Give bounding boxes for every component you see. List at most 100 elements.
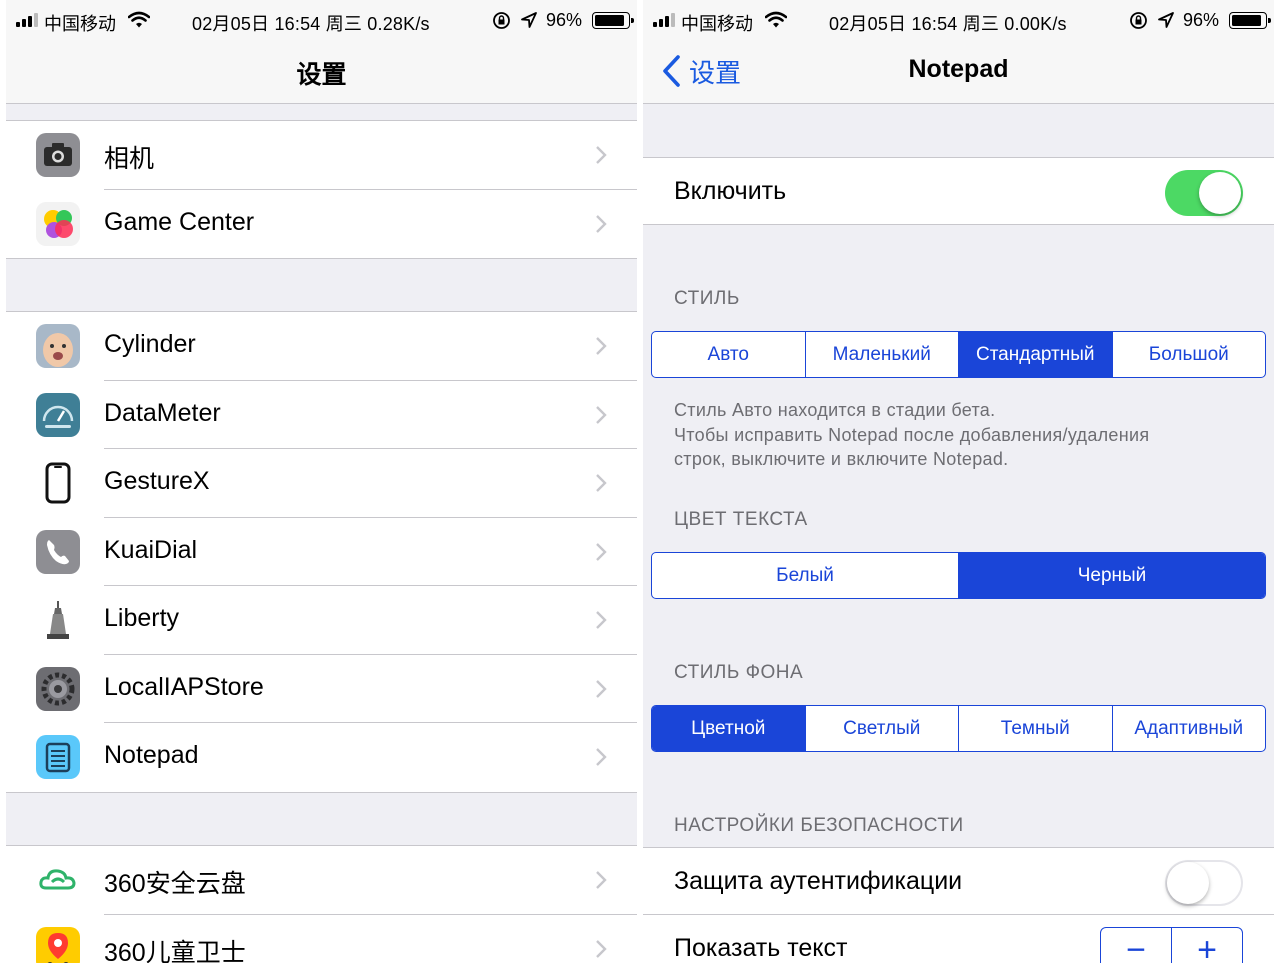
settings-item-label: Game Center bbox=[104, 207, 255, 236]
stepper-minus-button[interactable]: − bbox=[1101, 928, 1171, 963]
datameter-icon bbox=[36, 392, 80, 437]
chevron-right-icon bbox=[596, 542, 607, 561]
auth-protection-label: Защита аутентификации bbox=[674, 867, 963, 895]
settings-item-game-center[interactable]: Game Center bbox=[6, 190, 637, 259]
signal-icon bbox=[653, 13, 675, 27]
background-style-segmented-control: Цветной Светлый Темный Адаптивный bbox=[651, 705, 1266, 752]
notepad-icon bbox=[36, 735, 80, 779]
cylinder-icon bbox=[36, 324, 80, 368]
settings-item-liberty[interactable]: Liberty bbox=[6, 586, 637, 655]
page-title: Notepad bbox=[908, 55, 1009, 83]
section-header-background-style: СТИЛЬ ФОНА bbox=[674, 662, 804, 683]
settings-group-apps: 360安全云盘 360儿童卫士 bbox=[6, 845, 637, 963]
game-center-icon bbox=[36, 201, 80, 246]
settings-item-camera[interactable]: 相机 bbox=[6, 121, 637, 190]
settings-item-label: 相机 bbox=[104, 145, 155, 173]
text-color-option-white[interactable]: Белый bbox=[652, 553, 958, 598]
style-footnote: Стиль Авто находится в стадии бета. Чтоб… bbox=[674, 398, 1149, 472]
rotation-lock-icon bbox=[1130, 12, 1147, 29]
section-header-text-color: ЦВЕТ ТЕКСТА bbox=[674, 509, 808, 530]
status-bar: 中国移动 02月05日 16:54 周三 0.00K/s 96% bbox=[643, 0, 1274, 42]
chevron-right-icon bbox=[596, 474, 607, 492]
settings-item-localiapstore[interactable]: LocalIAPStore bbox=[6, 655, 637, 724]
page-title: 设置 bbox=[296, 61, 347, 89]
rotation-lock-icon bbox=[493, 12, 510, 29]
status-time: 02月05日 16:54 周三 0.28K/s bbox=[192, 14, 430, 34]
settings-item-label: Cylinder bbox=[104, 330, 196, 358]
section-header-security: НАСТРОЙКИ БЕЗОПАСНОСТИ bbox=[674, 815, 964, 836]
footnote-line: Чтобы исправить Notepad после добавления… bbox=[674, 424, 1150, 445]
settings-item-datameter[interactable]: DataMeter bbox=[6, 381, 637, 450]
signal-icon bbox=[16, 13, 38, 27]
show-text-stepper: − + bbox=[1100, 927, 1243, 963]
chevron-right-icon bbox=[596, 337, 607, 355]
settings-item-label: DataMeter bbox=[104, 398, 221, 427]
chevron-right-icon bbox=[596, 748, 607, 766]
settings-item-360-child-guard[interactable]: 360儿童卫士 bbox=[6, 915, 637, 963]
style-option-auto[interactable]: Авто bbox=[652, 332, 805, 377]
chevron-right-icon bbox=[596, 405, 607, 424]
settings-item-label: 360儿童卫士 bbox=[104, 938, 246, 963]
style-option-small[interactable]: Маленький bbox=[804, 332, 959, 377]
settings-item-label: Notepad bbox=[104, 741, 199, 769]
settings-item-360-cloud[interactable]: 360安全云盘 bbox=[6, 846, 637, 915]
settings-item-label: Liberty bbox=[104, 604, 180, 632]
section-header-style: СТИЛЬ bbox=[674, 288, 740, 309]
chevron-right-icon bbox=[596, 611, 607, 629]
bg-option-colored[interactable]: Цветной bbox=[652, 706, 805, 751]
text-color-segmented-control: Белый Черный bbox=[651, 552, 1266, 599]
battery-icon bbox=[592, 12, 634, 29]
settings-item-kuaidial[interactable]: KuaiDial bbox=[6, 518, 637, 587]
chevron-right-icon bbox=[596, 146, 607, 164]
enable-label: Включить bbox=[674, 177, 787, 205]
status-bar: 中国移动 02月05日 16:54 周三 0.28K/s 96% bbox=[6, 0, 637, 42]
navigation-bar: 设置 bbox=[6, 42, 637, 104]
wifi-icon bbox=[128, 11, 150, 28]
location-icon bbox=[521, 12, 537, 28]
chevron-right-icon bbox=[596, 679, 607, 698]
text-color-option-black[interactable]: Черный bbox=[958, 553, 1265, 598]
enable-row: Включить bbox=[643, 157, 1274, 225]
enable-switch[interactable] bbox=[1165, 170, 1243, 216]
footnote-line: Стиль Авто находится в стадии бета. bbox=[674, 400, 996, 420]
battery-percent: 96% bbox=[1183, 10, 1220, 30]
auth-protection-switch[interactable] bbox=[1165, 860, 1243, 906]
stepper-plus-button[interactable]: + bbox=[1171, 928, 1242, 963]
notepad-settings-screen: 中国移动 02月05日 16:54 周三 0.00K/s 96% 设置 Note… bbox=[643, 0, 1274, 963]
bg-option-adaptive[interactable]: Адаптивный bbox=[1111, 706, 1266, 751]
style-option-standard[interactable]: Стандартный bbox=[958, 332, 1112, 377]
show-text-row: Показать текст − + bbox=[643, 915, 1274, 963]
settings-item-cylinder[interactable]: Cylinder bbox=[6, 312, 637, 381]
kuaidial-icon bbox=[36, 529, 80, 574]
auth-protection-row: Защита аутентификации bbox=[643, 847, 1274, 915]
status-time: 02月05日 16:54 周三 0.00K/s bbox=[829, 14, 1067, 34]
bg-option-dark[interactable]: Темный bbox=[958, 706, 1112, 751]
settings-item-label: KuaiDial bbox=[104, 535, 198, 564]
bg-option-light[interactable]: Светлый bbox=[804, 706, 959, 751]
camera-icon bbox=[36, 133, 80, 177]
settings-item-gesturex[interactable]: GestureX bbox=[6, 449, 637, 518]
location-icon bbox=[1158, 12, 1174, 28]
settings-item-label: 360安全云盘 bbox=[104, 870, 246, 898]
wifi-icon bbox=[765, 11, 787, 28]
localiapstore-icon bbox=[36, 666, 80, 711]
liberty-icon bbox=[36, 598, 80, 642]
carrier-label: 中国移动 bbox=[44, 14, 116, 34]
settings-item-label: GestureX bbox=[104, 467, 210, 495]
style-segmented-control: Авто Маленький Стандартный Большой bbox=[651, 331, 1266, 378]
chevron-right-icon bbox=[596, 871, 607, 889]
settings-screen: 中国移动 02月05日 16:54 周三 0.28K/s 96% 设置 相机 G… bbox=[6, 0, 637, 963]
child-guard-icon bbox=[36, 926, 80, 963]
settings-item-label: LocalIAPStore bbox=[104, 672, 264, 701]
cloud-drive-icon bbox=[36, 858, 80, 902]
style-option-large[interactable]: Большой bbox=[1111, 332, 1266, 377]
settings-group-tweaks: Cylinder DataMeter GestureX KuaiDial Lib… bbox=[6, 311, 637, 793]
battery-icon bbox=[1229, 12, 1271, 29]
navigation-bar: 设置 Notepad bbox=[643, 42, 1274, 104]
battery-percent: 96% bbox=[546, 10, 583, 30]
settings-item-notepad[interactable]: Notepad bbox=[6, 723, 637, 792]
chevron-right-icon bbox=[596, 939, 607, 958]
chevron-right-icon bbox=[596, 214, 607, 233]
settings-group-system: 相机 Game Center bbox=[6, 120, 637, 259]
footnote-line: строк, выключите и включите Notepad. bbox=[674, 449, 1009, 469]
